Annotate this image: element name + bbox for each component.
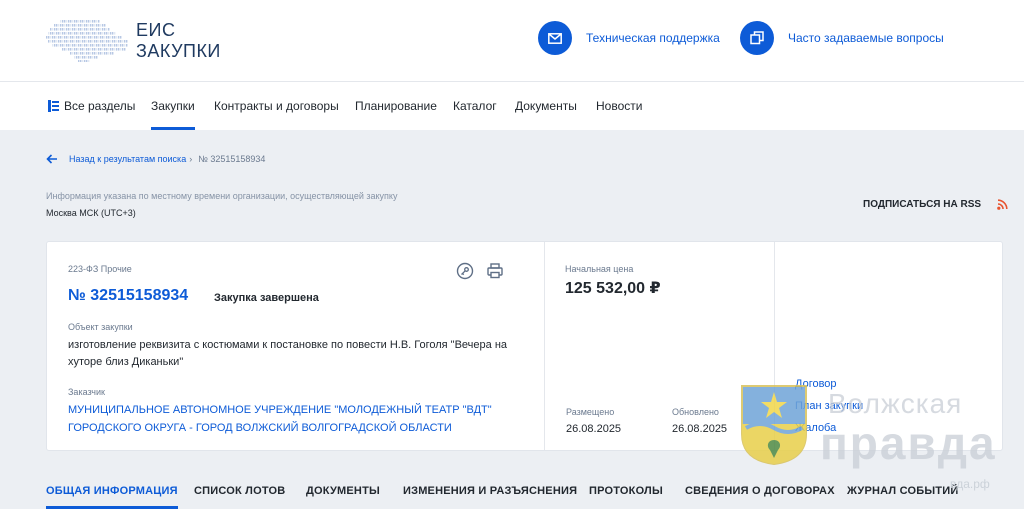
timezone-value: Москва МСК (UTC+3) (46, 208, 136, 218)
nav-planning[interactable]: Планирование (355, 82, 437, 130)
tab-protocols[interactable]: ПРОТОКОЛЫ (589, 485, 663, 497)
copy-icon (740, 21, 774, 55)
purchase-object: изготовление реквизита с костюмами к пос… (68, 339, 508, 368)
print-icon[interactable] (486, 262, 504, 280)
updated-label: Обновлено (672, 407, 719, 417)
sections-icon (48, 100, 59, 112)
breadcrumb: Назад к результатам поиска › № 325151589… (46, 152, 265, 166)
related-links: Договор План закупки Жалоба (795, 373, 863, 439)
posted-label: Размещено (566, 407, 615, 417)
breadcrumb-current: № 32515158934 (198, 154, 266, 164)
mail-icon (538, 21, 572, 55)
tab-contract-info[interactable]: СВЕДЕНИЯ О ДОГОВОРАХ (685, 485, 835, 497)
law-type: 223-ФЗ Прочие (68, 264, 132, 274)
nav-all-sections-label: Все разделы (64, 99, 136, 113)
back-to-results-link[interactable]: Назад к результатам поиска (69, 154, 186, 164)
russia-map-icon (46, 20, 128, 62)
column-divider (774, 242, 775, 450)
nav-contracts[interactable]: Контракты и договоры (214, 82, 339, 130)
purchase-card: 223-ФЗ Прочие № 32515158934 Закупка заве… (46, 241, 1003, 451)
purchase-number[interactable]: № 32515158934 (68, 287, 188, 305)
posted-date: 26.08.2025 (566, 423, 622, 435)
eis-logo[interactable]: ЕИС ЗАКУПКИ (44, 16, 234, 64)
top-header: ЕИС ЗАКУПКИ Техническая поддержка Часто … (0, 0, 1024, 82)
timezone-info: Информация указана по местному времени о… (46, 191, 398, 201)
tab-general-info[interactable]: ОБЩАЯ ИНФОРМАЦИЯ (46, 485, 178, 509)
complaint-link[interactable]: Жалоба (795, 417, 863, 439)
nav-catalog[interactable]: Каталог (453, 82, 497, 130)
tab-lots[interactable]: СПИСОК ЛОТОВ (194, 485, 285, 497)
logo-line1: ЕИС (136, 20, 176, 40)
tech-support-link[interactable]: Техническая поддержка (538, 20, 720, 56)
contract-link[interactable]: Договор (795, 373, 863, 395)
nav-news[interactable]: Новости (596, 82, 642, 130)
rss-label: ПОДПИСАТЬСЯ НА RSS (863, 199, 982, 210)
tab-changes[interactable]: ИЗМЕНЕНИЯ И РАЗЪЯСНЕНИЯ (403, 485, 577, 497)
nav-documents[interactable]: Документы (515, 82, 577, 130)
tab-event-log[interactable]: ЖУРНАЛ СОБЫТИЙ (847, 485, 958, 497)
arrow-left-icon[interactable] (46, 154, 58, 164)
purchase-status: Закупка завершена (214, 292, 319, 304)
customer-link[interactable]: МУНИЦИПАЛЬНОЕ АВТОНОМНОЕ УЧРЕЖДЕНИЕ "МОЛ… (68, 401, 498, 437)
main-nav: Все разделы Закупки Контракты и договоры… (0, 82, 1024, 130)
updated-date: 26.08.2025 (672, 423, 728, 435)
rss-icon (997, 199, 1008, 210)
nav-all-sections[interactable]: Все разделы (48, 82, 135, 130)
column-divider (544, 242, 545, 450)
nav-purchases[interactable]: Закупки (151, 82, 195, 130)
key-icon[interactable] (456, 262, 474, 280)
purchase-tabs: ОБЩАЯ ИНФОРМАЦИЯ СПИСОК ЛОТОВ ДОКУМЕНТЫ … (0, 478, 1024, 509)
price-label: Начальная цена (565, 264, 634, 274)
logo-line2: ЗАКУПКИ (136, 41, 221, 61)
faq-label: Часто задаваемые вопросы (788, 31, 944, 45)
rss-subscribe-link[interactable]: ПОДПИСАТЬСЯ НА RSS (863, 199, 1008, 210)
customer-label: Заказчик (68, 387, 105, 397)
tab-documents[interactable]: ДОКУМЕНТЫ (306, 485, 380, 497)
purchase-plan-link[interactable]: План закупки (795, 395, 863, 417)
initial-price: 125 532,00 ₽ (565, 280, 661, 297)
faq-link[interactable]: Часто задаваемые вопросы (740, 20, 944, 56)
tech-support-label: Техническая поддержка (586, 31, 720, 45)
object-label: Объект закупки (68, 322, 133, 332)
breadcrumb-separator: › (189, 154, 193, 164)
